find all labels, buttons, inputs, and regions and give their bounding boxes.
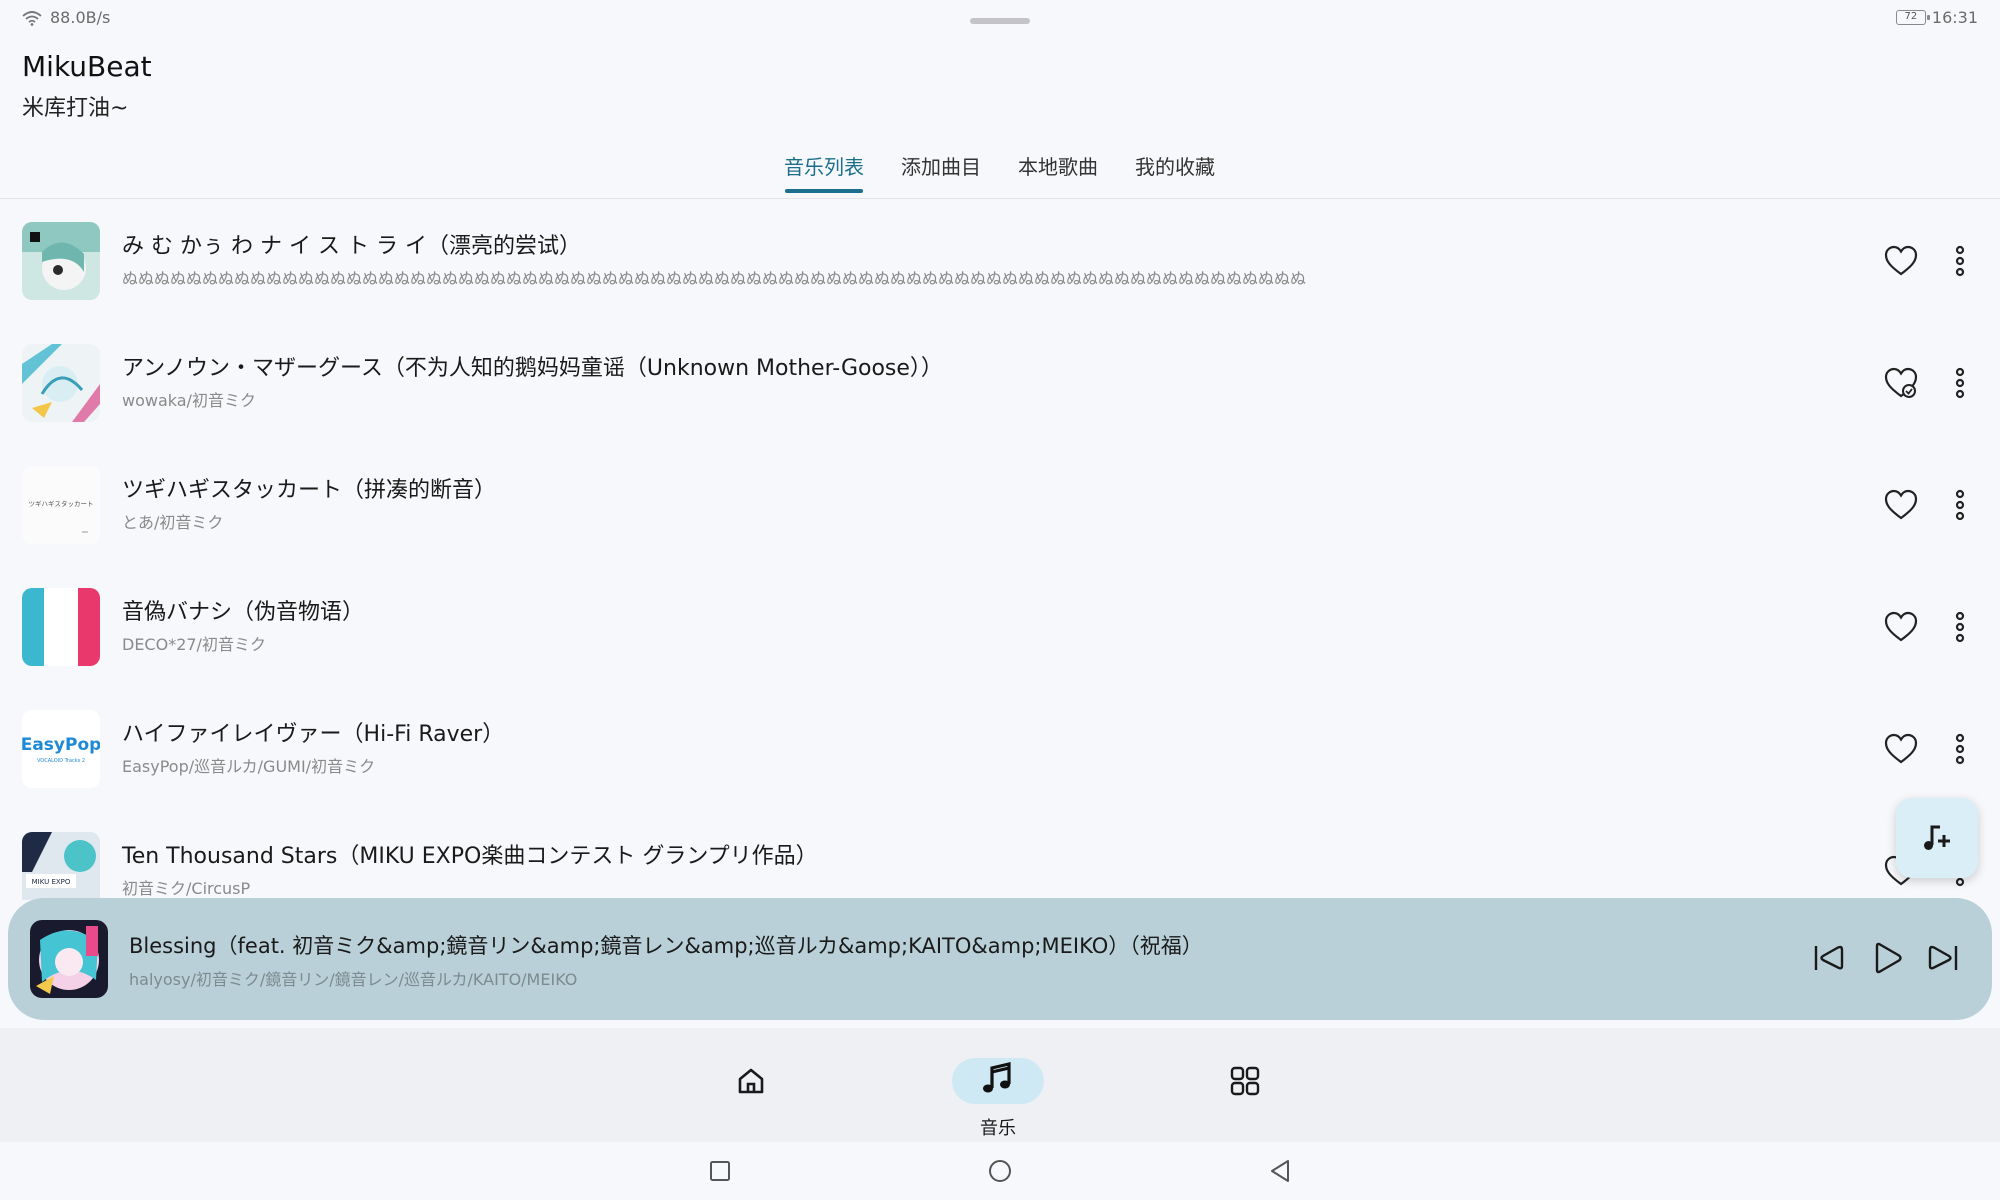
network-speed: 88.0B/s [50, 8, 111, 27]
song-artist: ぬぬぬぬぬぬぬぬぬぬぬぬぬぬぬぬぬぬぬぬぬぬぬぬぬぬぬぬぬぬぬぬぬぬぬぬぬぬぬぬ… [122, 269, 1307, 288]
music-note-icon [983, 1061, 1011, 1093]
song-row[interactable]: ツギハギスタッカート ツギハギスタッカート（拼凑的断音） とあ/初音ミク [0, 444, 2000, 566]
song-title: 音偽バナシ（伪音物语） [122, 600, 365, 625]
bottom-navigation: 音乐 [0, 1028, 2000, 1142]
tab-active-indicator [785, 189, 863, 193]
previous-track-icon[interactable] [1808, 938, 1848, 978]
song-cover [22, 222, 100, 300]
tab-local-songs[interactable]: 本地歌曲 [1018, 151, 1098, 193]
song-title: アンノウン・マザーグース（不为人知的鹅妈妈童谣（Unknown Mother-G… [122, 356, 943, 381]
app-screen: 88.0B/s 72 16:31 MikuBeat 米库打油~ 音乐列表 添加曲… [0, 0, 2000, 1200]
now-playing-title: Blessing（feat. 初音ミク&amp;鏡音リン&amp;鏡音レン&am… [129, 934, 1203, 958]
more-options-icon[interactable] [1946, 730, 1974, 768]
system-navigation-bar [0, 1142, 2000, 1200]
add-music-fab[interactable] [1896, 798, 1978, 878]
song-artist: 初音ミク/CircusP [122, 879, 251, 898]
grid-icon [1230, 1066, 1260, 1096]
tab-favorites[interactable]: 我的收藏 [1135, 151, 1215, 193]
favorite-heart-icon[interactable] [1882, 486, 1920, 524]
more-options-icon[interactable] [1946, 486, 1974, 524]
nav-more[interactable] [1195, 1042, 1295, 1132]
more-options-icon[interactable] [1946, 364, 1974, 402]
more-options-icon[interactable] [1946, 608, 1974, 646]
song-artist: EasyPop/巡音ルカ/GUMI/初音ミク [122, 757, 376, 776]
song-row[interactable]: MIKU EXPO Ten Thousand Stars（MIKU EXPO楽曲… [0, 810, 2000, 900]
now-playing-artist: halyosy/初音ミク/鏡音リン/鏡音レン/巡音ルカ/KAITO/MEIKO [129, 970, 578, 989]
status-bar: 88.0B/s 72 16:31 [0, 0, 2000, 40]
app-title: MikuBeat [22, 50, 152, 83]
song-artist: DECO*27/初音ミク [122, 635, 266, 654]
nav-music[interactable]: 音乐 [948, 1042, 1048, 1139]
favorite-heart-icon[interactable] [1882, 608, 1920, 646]
status-right: 72 16:31 [1895, 8, 1978, 27]
add-music-icon [1924, 825, 1950, 850]
song-title: Ten Thousand Stars（MIKU EXPO楽曲コンテスト グランプ… [122, 844, 818, 869]
song-list: み む かぅ わ ナ イ ス ト ラ イ（漂亮的尝试） ぬぬぬぬぬぬぬぬぬぬぬぬ… [0, 200, 2000, 900]
battery-icon: 72 [1895, 10, 1930, 25]
song-cover [22, 344, 100, 422]
song-title: ツギハギスタッカート（拼凑的断音） [122, 478, 497, 503]
song-title: ハイファイレイヴァー（Hi-Fi Raver） [122, 722, 505, 747]
song-title: み む かぅ わ ナ イ ス ト ラ イ（漂亮的尝试） [122, 234, 581, 259]
song-artist: wowaka/初音ミク [122, 391, 256, 410]
app-subtitle: 米库打油~ [22, 96, 129, 121]
tab-bar: 音乐列表 添加曲目 本地歌曲 我的收藏 [0, 145, 2000, 199]
cover-text: MIKU EXPO [32, 878, 71, 886]
song-row[interactable]: み む かぅ わ ナ イ ス ト ラ イ（漂亮的尝试） ぬぬぬぬぬぬぬぬぬぬぬぬ… [0, 200, 2000, 322]
favorite-heart-icon[interactable] [1882, 730, 1920, 768]
now-playing-bar[interactable]: Blessing（feat. 初音ミク&amp;鏡音リン&amp;鏡音レン&am… [8, 898, 1992, 1020]
next-track-icon[interactable] [1924, 938, 1964, 978]
song-cover: ツギハギスタッカート [22, 466, 100, 544]
song-cover: MIKU EXPO [22, 832, 100, 900]
song-row[interactable]: EasyPop VOCALOID Tracks 2 ハイファイレイヴァー（Hi-… [0, 688, 2000, 810]
play-icon[interactable] [1866, 938, 1906, 978]
now-playing-cover [30, 920, 108, 998]
song-cover: EasyPop VOCALOID Tracks 2 [22, 710, 100, 788]
drag-handle[interactable] [970, 18, 1030, 24]
song-row[interactable]: 音偽バナシ（伪音物语） DECO*27/初音ミク [0, 566, 2000, 688]
back-triangle-icon[interactable] [1266, 1156, 1296, 1186]
favorite-heart-check-icon[interactable] [1882, 364, 1920, 402]
song-row[interactable]: アンノウン・マザーグース（不为人知的鹅妈妈童谣（Unknown Mother-G… [0, 322, 2000, 444]
clock: 16:31 [1931, 8, 1978, 27]
nav-home[interactable] [701, 1042, 801, 1132]
wifi-icon [22, 10, 42, 26]
tab-music-list[interactable]: 音乐列表 [784, 151, 864, 193]
nav-music-label: 音乐 [980, 1118, 1016, 1139]
recents-square-icon[interactable] [705, 1156, 735, 1186]
more-options-icon[interactable] [1946, 242, 1974, 280]
cover-text: EasyPop [22, 735, 100, 755]
cover-text: VOCALOID Tracks 2 [37, 758, 85, 764]
home-circle-icon[interactable] [985, 1156, 1015, 1186]
cover-text: ツギハギスタッカート [29, 499, 94, 508]
tab-add-track[interactable]: 添加曲目 [901, 151, 981, 193]
song-cover [22, 588, 100, 666]
favorite-heart-icon[interactable] [1882, 242, 1920, 280]
song-artist: とあ/初音ミク [122, 513, 224, 532]
home-icon [738, 1068, 764, 1094]
status-left: 88.0B/s [22, 8, 110, 27]
